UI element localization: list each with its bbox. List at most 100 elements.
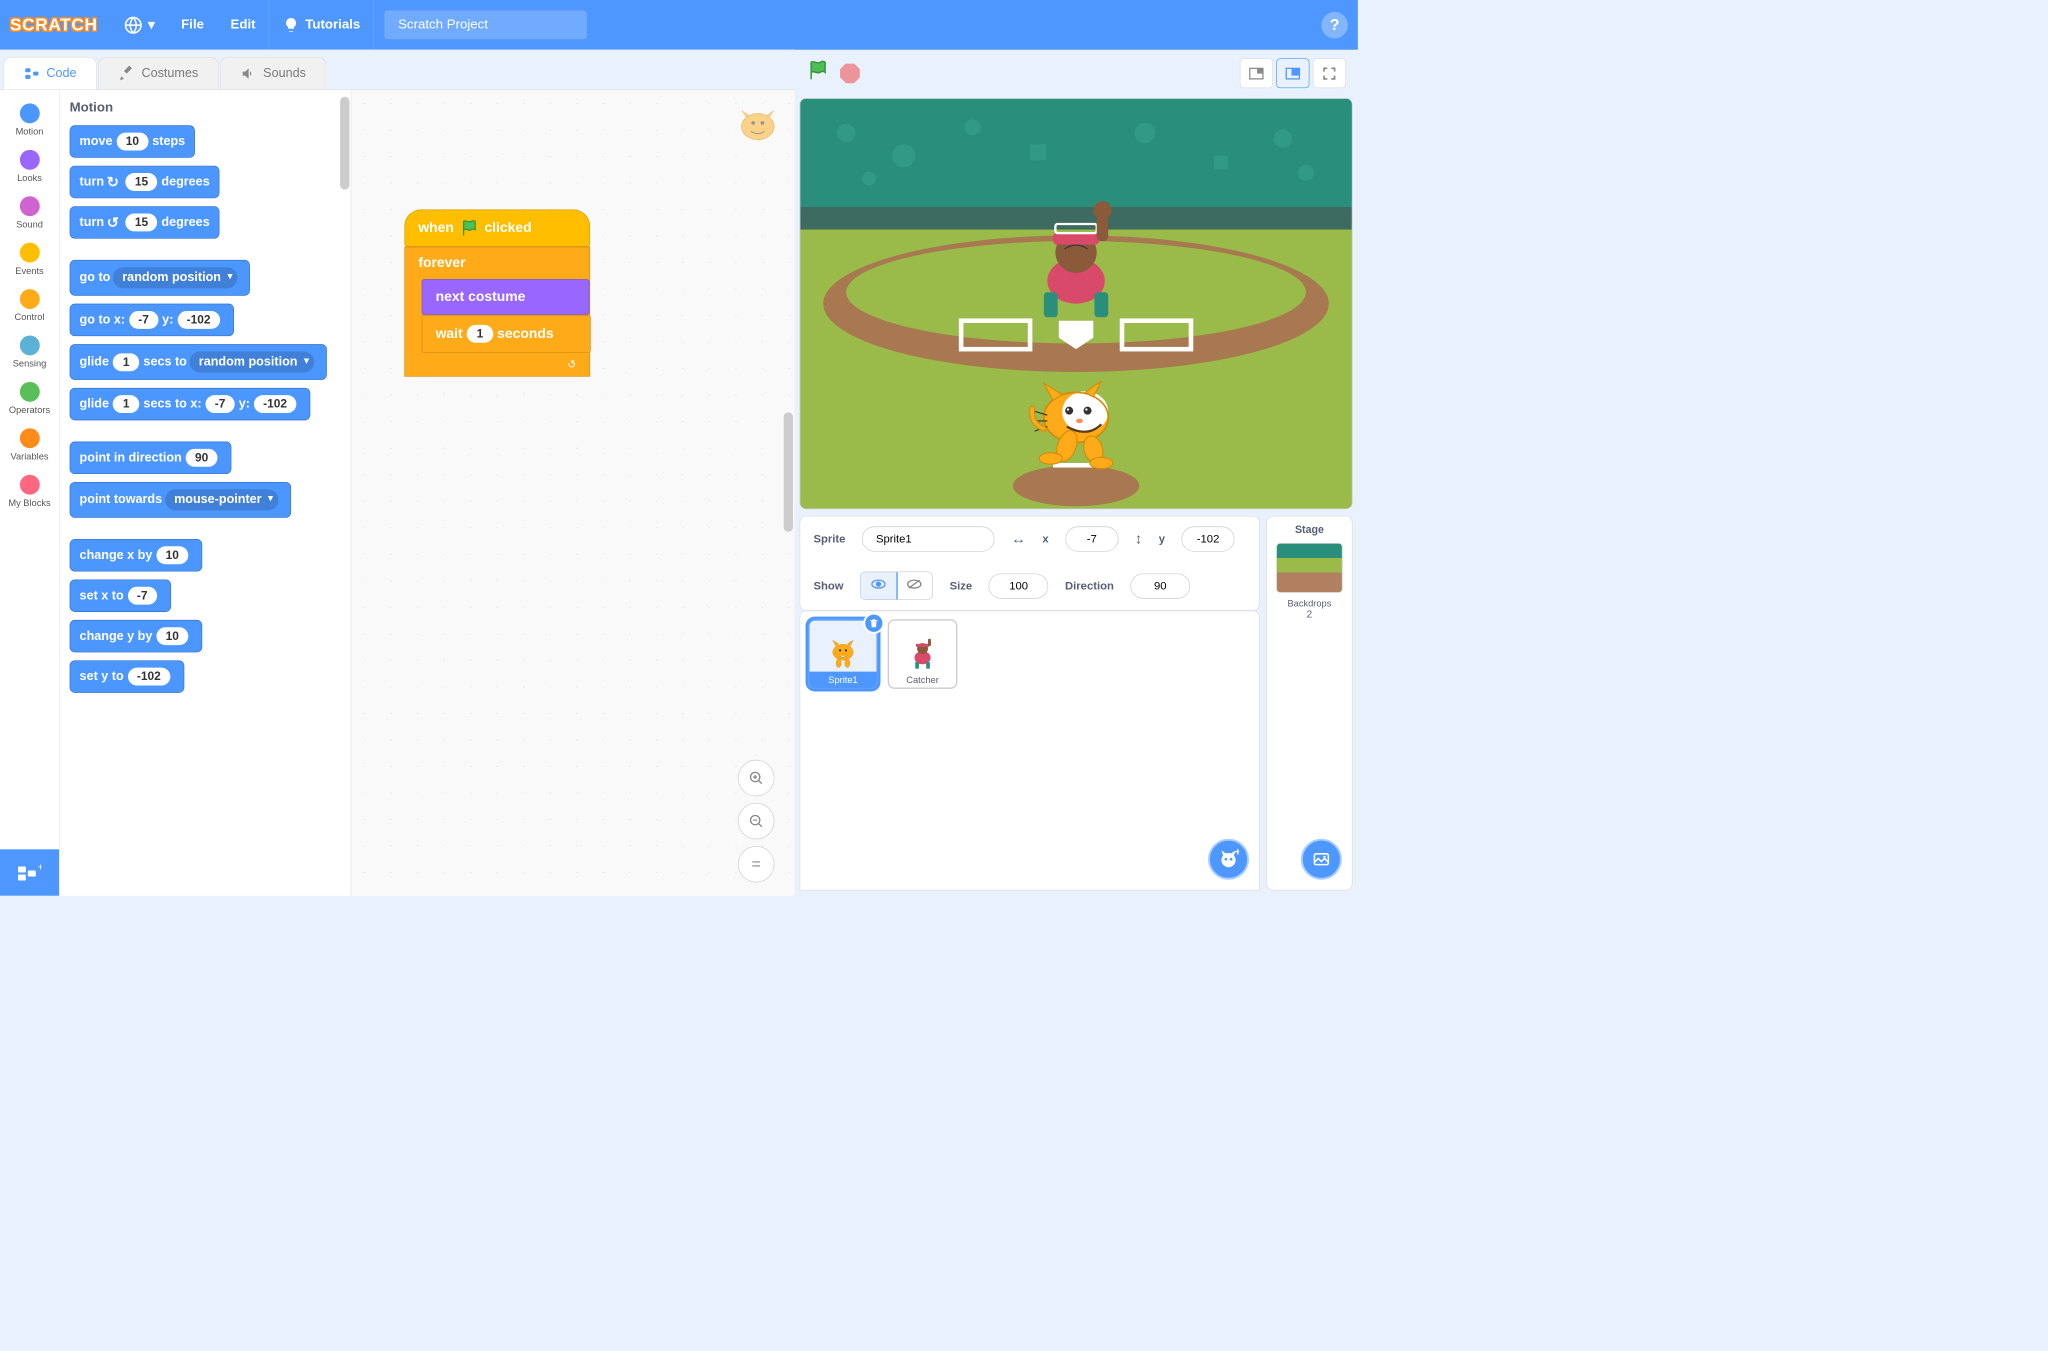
tab-sounds[interactable]: Sounds — [220, 57, 326, 89]
category-looks[interactable]: Looks — [0, 143, 59, 189]
green-flag-icon — [459, 218, 479, 238]
file-menu[interactable]: File — [168, 0, 217, 50]
script-stack[interactable]: when clicked forever next costume wait — [404, 210, 590, 377]
add-extension-button[interactable]: + — [0, 849, 59, 895]
block-change-x[interactable]: change x by 10 — [70, 539, 203, 571]
y-icon: ↕ — [1135, 530, 1142, 547]
green-flag-button[interactable] — [806, 58, 830, 88]
add-backdrop-button[interactable] — [1301, 839, 1342, 880]
category-control[interactable]: Control — [0, 282, 59, 328]
tutorials-button[interactable]: Tutorials — [269, 0, 374, 50]
block-goto-random[interactable]: go to random position — [70, 260, 251, 296]
workspace-scrollbar[interactable] — [784, 412, 793, 531]
loop-arrow-icon: ↻ — [565, 357, 578, 373]
sprite-panel: Sprite ↔ x ↕ y Show Size Di — [800, 516, 1260, 891]
direction-input[interactable] — [1130, 573, 1190, 598]
sprite-thumbnail-icon — [904, 636, 940, 672]
edit-menu[interactable]: Edit — [217, 0, 269, 50]
stage-small-button[interactable] — [1240, 58, 1273, 88]
forever-label: forever — [405, 247, 589, 279]
block-palette[interactable]: Motion move 10 steps turn ↻ 15 degrees t… — [60, 90, 352, 896]
stage-selector[interactable]: Stage Backdrops 2 — [1266, 516, 1352, 891]
direction-label: Direction — [1065, 579, 1114, 592]
glide-dropdown[interactable]: random position — [190, 351, 315, 372]
tab-code-label: Code — [46, 66, 76, 81]
x-icon: ↔ — [1011, 530, 1026, 547]
block-set-y[interactable]: set y to -102 — [70, 660, 184, 692]
block-set-x[interactable]: set x to -7 — [70, 579, 171, 611]
backdrop-count: 2 — [1307, 609, 1313, 620]
category-sensing[interactable]: Sensing — [0, 329, 59, 375]
show-visible-button[interactable] — [861, 572, 897, 599]
sprite-name-input[interactable] — [862, 526, 995, 551]
block-when-flag-clicked[interactable]: when clicked — [404, 210, 590, 247]
sprite-info: Sprite ↔ x ↕ y Show Size Di — [800, 516, 1260, 611]
category-operators[interactable]: Operators — [0, 375, 59, 421]
block-point-towards[interactable]: point towards mouse-pointer — [70, 482, 291, 518]
category-variables[interactable]: Variables — [0, 422, 59, 468]
stage-header — [800, 55, 1353, 91]
x-label: x — [1042, 532, 1048, 545]
block-forever[interactable]: forever next costume wait 1 seconds ↻ — [404, 247, 590, 377]
zoom-reset-button[interactable]: = — [738, 846, 774, 882]
sprite-tile-sprite1[interactable]: Sprite1 — [808, 619, 878, 689]
block-turn-ccw[interactable]: turn ↺ 15 degrees — [70, 206, 220, 238]
stage-label: Stage — [1295, 524, 1324, 536]
block-point-direction[interactable]: point in direction 90 — [70, 442, 232, 474]
right-panel: Sprite ↔ x ↕ y Show Size Di — [794, 50, 1358, 896]
fullscreen-button[interactable] — [1313, 58, 1346, 88]
delete-sprite-button[interactable] — [863, 613, 884, 634]
stage-canvas[interactable] — [800, 98, 1353, 509]
sprite-tile-label: Catcher — [889, 672, 956, 688]
turn-cw-icon: ↻ — [107, 173, 119, 190]
menu-bar: SCRATCH ▾ File Edit Tutorials ? — [0, 0, 1358, 50]
main-area: Code Costumes Sounds Motion Looks Sound … — [0, 50, 1358, 896]
category-events[interactable]: Events — [0, 236, 59, 282]
tab-sounds-label: Sounds — [263, 66, 306, 81]
show-toggle — [860, 572, 933, 601]
tab-costumes[interactable]: Costumes — [98, 57, 218, 89]
backdrop-thumbnail[interactable] — [1276, 543, 1342, 593]
category-sound[interactable]: Sound — [0, 190, 59, 236]
sprite-tile-label: Sprite1 — [810, 672, 877, 688]
show-hidden-button[interactable] — [897, 572, 933, 599]
script-workspace[interactable]: when clicked forever next costume wait — [351, 90, 794, 896]
chevron-down-icon: ▾ — [148, 17, 155, 34]
block-glide-xy[interactable]: glide 1 secs to x: -7 y: -102 — [70, 388, 311, 420]
block-glide-random[interactable]: glide 1 secs to random position — [70, 344, 327, 380]
add-sprite-button[interactable]: + — [1208, 839, 1249, 880]
sprite-list: Sprite1 Catcher + — [800, 611, 1260, 891]
palette-scrollbar[interactable] — [340, 97, 349, 190]
stage-size-controls — [1240, 58, 1346, 88]
help-button[interactable]: ? — [1321, 12, 1348, 39]
paintbrush-icon — [119, 66, 135, 82]
y-input[interactable] — [1182, 526, 1235, 551]
zoom-out-button[interactable] — [738, 803, 774, 839]
category-myblocks[interactable]: My Blocks — [0, 468, 59, 514]
block-next-costume[interactable]: next costume — [422, 279, 590, 315]
zoom-in-button[interactable] — [738, 760, 774, 796]
category-motion[interactable]: Motion — [0, 97, 59, 143]
block-wait[interactable]: wait 1 seconds — [422, 315, 591, 353]
editor-tabs: Code Costumes Sounds — [0, 50, 794, 90]
block-goto-xy[interactable]: go to x: -7 y: -102 — [70, 304, 234, 336]
project-title-input[interactable] — [384, 10, 588, 40]
language-menu[interactable]: ▾ — [111, 0, 168, 50]
sound-icon — [241, 66, 257, 82]
x-input[interactable] — [1065, 526, 1118, 551]
scratch-logo[interactable]: SCRATCH — [10, 15, 98, 36]
turn-ccw-icon: ↺ — [107, 214, 119, 231]
tab-code[interactable]: Code — [3, 57, 97, 89]
y-label: y — [1159, 532, 1165, 545]
size-input[interactable] — [989, 573, 1049, 598]
sprite-tile-catcher[interactable]: Catcher — [888, 619, 958, 689]
point-towards-dropdown[interactable]: mouse-pointer — [165, 489, 278, 510]
block-move-steps[interactable]: move 10 steps — [70, 125, 196, 157]
block-turn-cw[interactable]: turn ↻ 15 degrees — [70, 166, 220, 198]
goto-dropdown[interactable]: random position — [113, 267, 238, 288]
stop-button[interactable] — [840, 63, 860, 83]
stage-large-button[interactable] — [1276, 58, 1309, 88]
sprite-stage-row: Sprite ↔ x ↕ y Show Size Di — [800, 516, 1353, 891]
block-change-y[interactable]: change y by 10 — [70, 620, 203, 652]
svg-text:+: + — [1235, 849, 1239, 859]
